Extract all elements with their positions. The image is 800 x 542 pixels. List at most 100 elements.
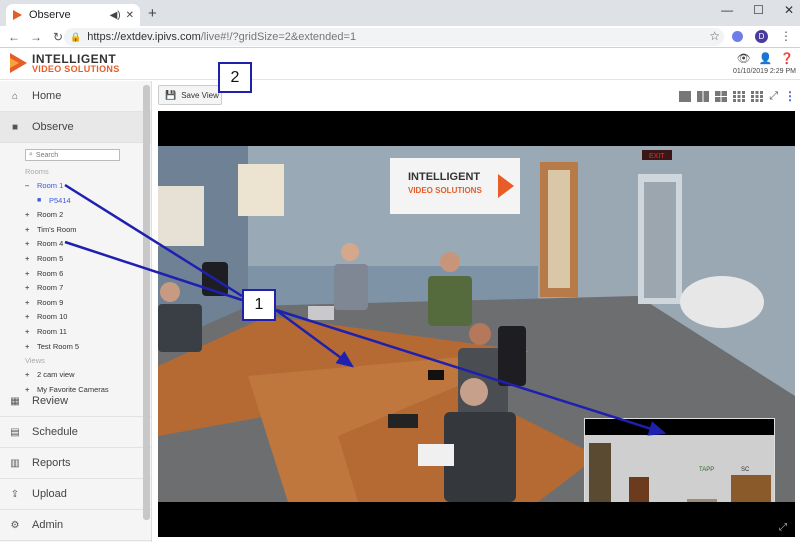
grid-1-icon[interactable]	[679, 90, 692, 102]
sidebar-scrollbar[interactable]	[143, 85, 150, 520]
wall-sign-line1: INTELLIGENT	[408, 171, 480, 183]
nav-reports[interactable]: ▥ Reports	[0, 448, 151, 479]
back-icon[interactable]: ←	[6, 30, 22, 44]
close-tab-icon[interactable]: ✕	[126, 10, 134, 21]
expand-icon[interactable]: +	[25, 252, 37, 267]
expand-icon[interactable]: +	[25, 310, 37, 325]
tab-title: Observe	[29, 9, 71, 21]
room-label: Room 5	[37, 253, 64, 263]
nav-admin-label: Admin	[32, 519, 64, 531]
camera-icon: ■	[37, 196, 42, 204]
browser-tab-strip: Observe ◀) ✕ + — ☐ ✕	[0, 0, 800, 26]
pip-sign-2: SC	[741, 467, 750, 473]
logo-mark-icon	[10, 53, 27, 73]
view-item[interactable]: +2 cam view	[0, 368, 151, 383]
expand-video-icon[interactable]: ⤢	[779, 522, 787, 533]
pip-sign-1: TAPP	[699, 467, 714, 473]
expand-icon[interactable]: +	[25, 281, 37, 296]
bookmark-star-icon[interactable]: ☆	[709, 29, 720, 43]
room-label: Room 7	[37, 283, 64, 293]
forward-icon[interactable]: →	[28, 30, 44, 44]
expand-icon[interactable]: +	[25, 296, 37, 311]
nav-observe[interactable]: ■ Observe	[0, 112, 151, 143]
profile-avatar[interactable]: D	[755, 29, 768, 43]
room-item[interactable]: + Room 4	[0, 237, 151, 252]
search-input[interactable]: ⌕ Search	[25, 149, 120, 161]
nav-reports-label: Reports	[32, 457, 71, 469]
callout-1: 1	[242, 289, 276, 321]
more-options-icon[interactable]: ⋮	[784, 90, 796, 102]
camera-feed-main[interactable]: INTELLIGENT VIDEO SOLUTIONS EXIT TAPP SC	[158, 146, 795, 502]
speaker-icon[interactable]: ◀)	[110, 10, 121, 21]
save-icon: 💾	[165, 89, 177, 100]
room-item[interactable]: + Room 6	[0, 267, 151, 282]
camera-label: P5414	[49, 195, 71, 205]
grid-2-icon[interactable]	[697, 90, 710, 102]
minimize-icon[interactable]: —	[721, 3, 733, 17]
room-label: Room 2	[37, 210, 64, 220]
expand-icon[interactable]: +	[25, 368, 37, 383]
nav-admin[interactable]: ⚙ Admin	[0, 510, 151, 541]
nav-schedule[interactable]: ▤ Schedule	[0, 417, 151, 448]
film-icon: ▦	[10, 395, 20, 407]
eye-icon[interactable]: 👁	[737, 52, 751, 65]
room-item[interactable]: + Room 2	[0, 208, 151, 223]
logo-line1: INTELLIGENT	[32, 51, 117, 66]
expand-icon[interactable]: +	[25, 325, 37, 340]
user-icon[interactable]: 👤	[759, 52, 773, 65]
url-host: https://extdev.ipivs.com	[87, 31, 201, 43]
camera-item[interactable]: ■ P5414	[0, 194, 151, 209]
gear-icon: ⚙	[10, 519, 20, 531]
expand-icon[interactable]: +	[25, 267, 37, 282]
new-tab-icon[interactable]: +	[148, 5, 157, 22]
room-item[interactable]: + Room 5	[0, 252, 151, 267]
observe-panel: ⌕ Search Rooms – Room 1 ■ P5414 + Room 2 + Ti…	[0, 143, 151, 394]
nav-home-label: Home	[32, 90, 62, 102]
layout-picker: ⤢ ⋮	[679, 90, 796, 102]
help-icon[interactable]: ❓	[780, 52, 794, 65]
pip-image: TAPP SC	[585, 419, 774, 502]
expand-icon[interactable]: +	[25, 340, 37, 355]
room-label: Room 10	[37, 312, 68, 322]
bar-chart-icon: ▥	[10, 457, 20, 469]
views-header: Views	[25, 356, 45, 366]
app-logo[interactable]: INTELLIGENT VIDEO SOLUTIONS	[8, 52, 120, 74]
exit-sign: EXIT	[649, 153, 665, 160]
view-label: 2 cam view	[37, 370, 75, 380]
picture-in-picture-feed[interactable]: TAPP SC	[584, 418, 775, 502]
expand-icon[interactable]: +	[25, 208, 37, 223]
room-item[interactable]: + Room 11	[0, 325, 151, 340]
nav-schedule-label: Schedule	[32, 426, 78, 438]
room-label: Room 4	[37, 239, 64, 249]
room-item[interactable]: + Room 9	[0, 296, 151, 311]
room-label: Test Room 5	[37, 341, 80, 351]
room-item[interactable]: + Test Room 5	[0, 340, 151, 355]
fullscreen-icon[interactable]: ⤢	[769, 90, 778, 102]
address-bar[interactable]: 🔒 https://extdev.ipivs.com/live#!/?gridS…	[64, 28, 724, 46]
home-icon: ⌂	[11, 90, 19, 102]
room-item[interactable]: + Room 7	[0, 281, 151, 296]
nav-home[interactable]: ⌂ Home	[0, 81, 151, 112]
maximize-icon[interactable]: ☐	[753, 3, 764, 17]
expand-icon[interactable]: +	[25, 237, 37, 252]
search-placeholder: Search	[35, 151, 59, 159]
nav-upload[interactable]: ⇪ Upload	[0, 479, 151, 510]
grid-16-icon[interactable]	[751, 90, 764, 102]
header-date: 01/10/2019 2:29 PM	[732, 68, 796, 75]
video-viewer[interactable]: INTELLIGENT VIDEO SOLUTIONS EXIT TAPP SC…	[158, 111, 795, 537]
calendar-icon: ▤	[10, 426, 20, 438]
collapse-icon[interactable]: –	[25, 179, 37, 194]
extension-icon[interactable]	[732, 30, 743, 42]
room-item[interactable]: + Room 10	[0, 310, 151, 325]
room-item[interactable]: – Room 1	[0, 179, 151, 194]
browser-menu-icon[interactable]: ⋮	[780, 29, 792, 43]
browser-tab[interactable]: Observe ◀) ✕	[6, 4, 140, 26]
room-item[interactable]: + Tim's Room	[0, 223, 151, 238]
search-icon: ⌕	[29, 151, 33, 158]
close-window-icon[interactable]: ✕	[784, 3, 794, 17]
grid-4-icon[interactable]	[715, 90, 728, 102]
expand-icon[interactable]: +	[25, 223, 37, 238]
room-label: Room 6	[37, 268, 64, 278]
save-view-button[interactable]: 💾 Save View	[158, 85, 222, 105]
grid-9-icon[interactable]	[733, 90, 746, 102]
